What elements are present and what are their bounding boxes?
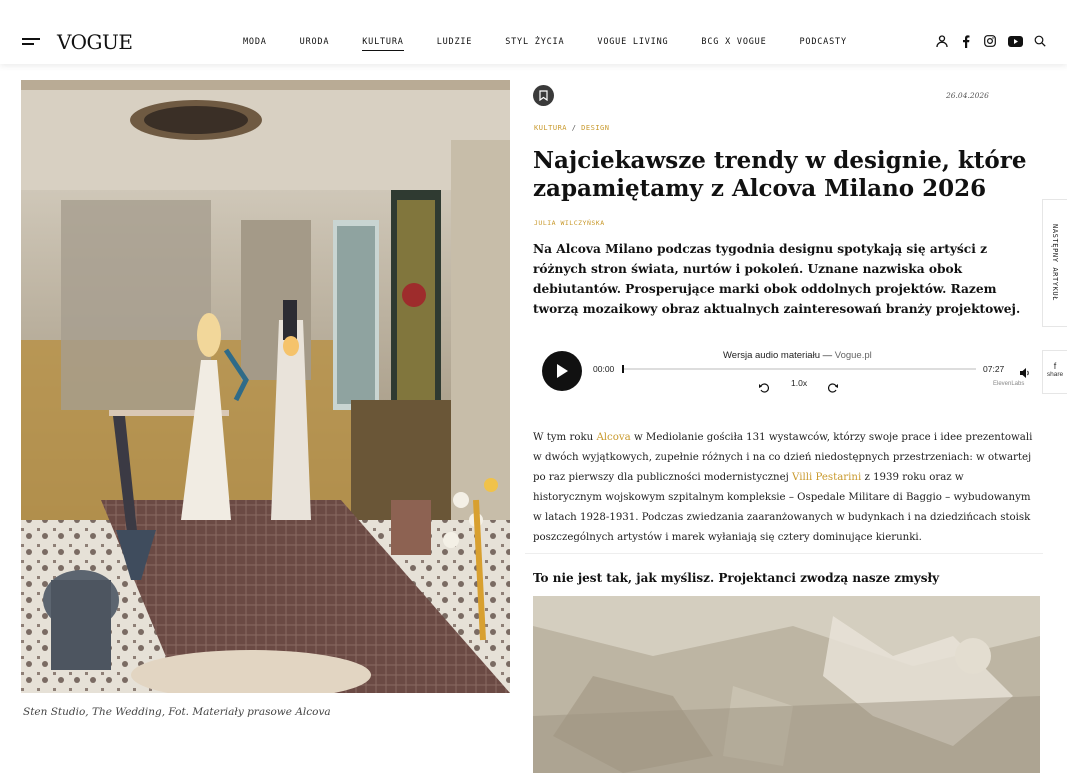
nav-item-styl-zycia[interactable]: STYL ŻYCIA [505,37,564,51]
share-tab[interactable]: f share [1042,350,1067,394]
instagram-icon[interactable] [983,34,997,48]
nav-item-bcg-x-vogue[interactable]: BCG X VOGUE [701,37,766,51]
hero-caption: Sten Studio, The Wedding, Fot. Materiały… [23,706,331,718]
forward-icon[interactable] [828,378,838,397]
player-source: Vogue.pl [834,350,872,361]
user-icon[interactable] [935,34,949,48]
breadcrumb-kultura[interactable]: KULTURA [534,124,567,132]
body-link-villa-pestarini[interactable]: Villi Pestarini [792,472,861,483]
progress-track[interactable] [622,365,976,373]
section-heading: To nie jest tak, jak myślisz. Projektanc… [533,571,940,585]
elevenlabs-credit[interactable]: ElevenLabs [993,381,1024,387]
article-body: W tym roku Alcova w Mediolanie gościła 1… [533,428,1033,549]
play-icon [557,364,568,378]
audio-player: Wersja audio materiału — Vogue.pl 00:00 … [540,346,1040,396]
nav-item-vogue-living[interactable]: VOGUE LIVING [597,37,668,51]
time-total: 07:27 [983,364,1005,374]
share-label: share [1046,371,1064,378]
nav-item-moda[interactable]: MODA [243,37,267,51]
player-title: Wersja audio materiału — Vogue.pl [723,350,872,361]
next-article-label: NASTĘPNY ARTYKUŁ [1051,224,1059,302]
breadcrumb: KULTURA / DESIGN [534,124,609,132]
time-current: 00:00 [593,364,615,374]
bookmark-button[interactable] [533,85,554,106]
rewind-icon[interactable] [759,378,769,397]
article-author[interactable]: JULIA WILCZYŃSKA [534,219,605,227]
nav-item-kultura[interactable]: KULTURA [362,37,404,51]
speed-button[interactable]: 1.0x [791,378,807,388]
vogue-logo[interactable]: VOGUE [57,30,133,54]
youtube-icon[interactable] [1007,34,1023,48]
volume-icon[interactable] [1020,363,1031,382]
breadcrumb-separator: / [571,124,577,132]
header-icons [925,34,1047,48]
player-title-dash: — [822,350,833,361]
player-title-label: Wersja audio materiału [723,350,820,361]
article-title: Najciekawsze trendy w designie, które za… [533,147,1027,202]
next-article-tab[interactable]: NASTĘPNY ARTYKUŁ [1042,199,1067,327]
article-date: 26.04.2026 [946,91,989,100]
facebook-share-icon: f [1053,361,1057,371]
site-header: VOGUE MODA URODA KULTURA LUDZIE STYL ŻYC… [0,0,1067,64]
play-button[interactable] [542,351,582,391]
menu-icon[interactable] [22,38,40,46]
nav-item-ludzie[interactable]: LUDZIE [437,37,473,51]
bookmark-icon [539,90,548,101]
facebook-icon[interactable] [959,34,973,48]
breadcrumb-design[interactable]: DESIGN [581,124,609,132]
body-text-1: W tym roku [533,432,597,443]
hero-image [21,80,510,693]
progress-knob[interactable] [622,365,624,373]
main-nav: MODA URODA KULTURA LUDZIE STYL ŻYCIA VOG… [243,37,880,51]
nav-item-uroda[interactable]: URODA [300,37,330,51]
article-lead: Na Alcova Milano podczas tygodnia design… [533,242,1021,316]
nav-item-podcasty[interactable]: PODCASTY [800,37,847,51]
section-image [533,596,1040,773]
section-divider [525,553,1043,554]
body-link-alcova[interactable]: Alcova [596,432,630,443]
search-icon[interactable] [1033,34,1047,48]
